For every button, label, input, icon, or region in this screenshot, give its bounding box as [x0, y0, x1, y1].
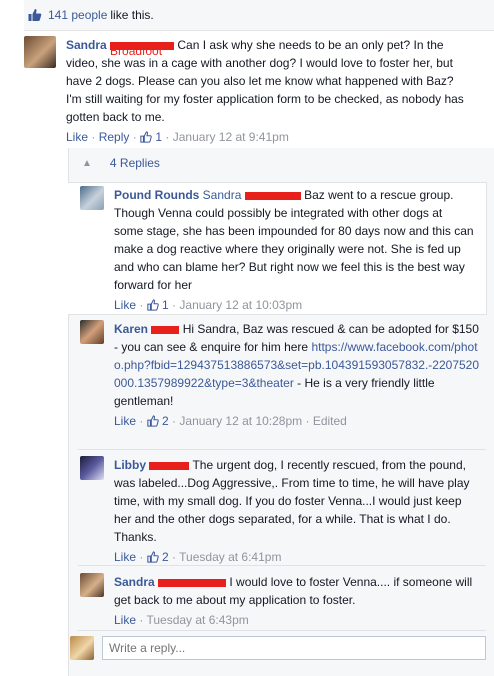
likes-summary: 141 people like this. — [24, 0, 494, 31]
reply-actions: Like · 1 · January 12 at 10:03pm — [114, 298, 303, 312]
avatar[interactable] — [80, 320, 104, 344]
mention-link[interactable]: Sandra — [203, 188, 242, 202]
reply-actions: Like · Tuesday at 6:43pm — [114, 613, 249, 627]
avatar[interactable] — [80, 186, 104, 210]
thumbs-up-icon — [28, 9, 42, 21]
avatar[interactable] — [80, 456, 104, 480]
comment-like-count[interactable]: 1 — [155, 130, 162, 144]
thumbs-up-icon — [147, 415, 159, 427]
redaction-mark — [149, 461, 190, 470]
like-link[interactable]: Like — [114, 414, 136, 428]
chevron-up-icon: ▲ — [82, 157, 92, 169]
reply-author[interactable]: Karen — [114, 322, 148, 336]
like-link[interactable]: Like — [114, 550, 136, 564]
redaction-mark — [151, 325, 180, 334]
reply-like-count[interactable]: 1 — [162, 298, 169, 312]
reply: Karen Hi Sandra, Baz was rescued & can b… — [80, 320, 480, 430]
reply-input[interactable] — [102, 636, 486, 660]
reply-link[interactable]: Reply — [99, 130, 130, 144]
redaction-mark — [158, 578, 227, 587]
reply-like-count[interactable]: 2 — [162, 550, 169, 564]
divider — [78, 449, 486, 450]
reply: Libby The urgent dog, I recently rescued… — [80, 456, 480, 566]
reply-like-count[interactable]: 2 — [162, 414, 169, 428]
avatar[interactable] — [24, 36, 56, 68]
reply-text: The urgent dog, I recently rescued, from… — [114, 458, 470, 544]
avatar[interactable] — [80, 573, 104, 597]
thumbs-up-icon — [140, 131, 152, 143]
replies-toggle-label: 4 Replies — [109, 156, 160, 170]
reply-timestamp[interactable]: Tuesday at 6:43pm — [146, 613, 248, 627]
reply: Sandra I would love to foster Venna.... … — [80, 573, 480, 629]
like-link[interactable]: Like — [114, 298, 136, 312]
likes-count-link[interactable]: 141 people — [48, 8, 107, 22]
like-link[interactable]: Like — [114, 613, 136, 627]
comment-actions: Like · Reply · 1 · January 12 at 9:41pm — [66, 130, 289, 144]
redaction-mark — [244, 191, 301, 200]
reply-timestamp[interactable]: Tuesday at 6:41pm — [179, 550, 281, 564]
divider — [78, 630, 486, 631]
edited-label[interactable]: Edited — [313, 414, 347, 428]
reply-timestamp[interactable]: January 12 at 10:03pm — [179, 298, 302, 312]
comment-author[interactable]: Sandra — [66, 38, 107, 52]
reply-actions: Like · 2 · Tuesday at 6:41pm — [114, 550, 282, 564]
avatar — [70, 636, 94, 660]
replies-toggle[interactable]: ▲ 4 Replies — [82, 156, 160, 170]
comment: Sandra Broadfoot Can I ask why she needs… — [24, 36, 474, 146]
comment-timestamp[interactable]: January 12 at 9:41pm — [173, 130, 289, 144]
reply: Pound Rounds Sandra Baz went to a rescue… — [80, 186, 480, 314]
thumbs-up-icon — [147, 551, 159, 563]
reply-author[interactable]: Pound Rounds — [114, 188, 199, 202]
reply-author[interactable]: Sandra — [114, 575, 155, 589]
like-link[interactable]: Like — [66, 130, 88, 144]
reply-text: Baz went to a rescue group. Though Venna… — [114, 188, 474, 292]
reply-timestamp[interactable]: January 12 at 10:28pm — [179, 414, 302, 428]
thumbs-up-icon — [147, 299, 159, 311]
likes-suffix: like this. — [110, 8, 154, 22]
redaction-mark: Broadfoot — [110, 41, 175, 58]
reply-actions: Like · 2 · January 12 at 10:28pm · Edite… — [114, 414, 347, 428]
reply-author[interactable]: Libby — [114, 458, 146, 472]
divider — [78, 565, 486, 566]
